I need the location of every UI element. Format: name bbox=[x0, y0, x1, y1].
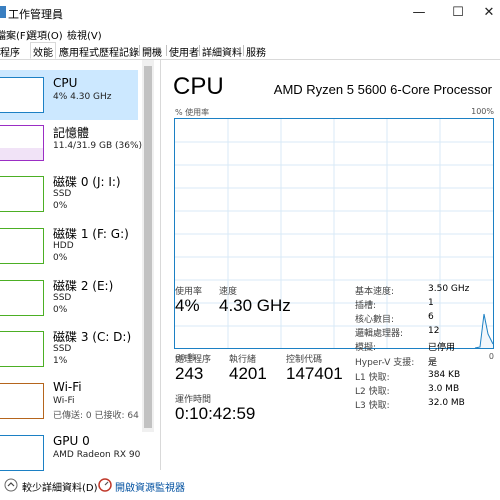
spec-label: 基本速度: bbox=[355, 287, 395, 297]
menu-view[interactable]: 檢視(V) bbox=[67, 27, 102, 42]
tab-bar: 處理程序 效能 應用程式歷程記錄 開機 使用者 詳細資料 服務 bbox=[0, 42, 500, 60]
spec-label: 插槽: bbox=[355, 301, 377, 311]
resource-type: SSD bbox=[53, 293, 72, 303]
resource-type: SSD bbox=[53, 344, 72, 354]
page-title: CPU bbox=[173, 73, 224, 100]
resource-name: GPU 0 bbox=[53, 434, 90, 448]
maximize-button[interactable]: ☐ bbox=[443, 4, 473, 22]
resource-name: 記憶體 bbox=[53, 126, 90, 140]
resource-item-cpu[interactable]: CPU 4% 4.30 GHz bbox=[0, 70, 138, 120]
spec-value: 1 bbox=[428, 298, 434, 308]
resource-usage: 0% bbox=[53, 253, 68, 263]
footer-bar: 較少詳細資料(D) 開啟資源監視器 bbox=[0, 472, 500, 500]
resource-type: SSD bbox=[53, 189, 72, 199]
task-manager-icon bbox=[0, 6, 6, 18]
gpu-thumbnail-graph bbox=[0, 435, 44, 471]
spec-label: L3 快取: bbox=[355, 401, 390, 411]
resource-name: 磁碟 1 (F: G:) bbox=[53, 227, 129, 241]
resource-detail: 4% 4.30 GHz bbox=[53, 92, 112, 102]
processes-value: 243 bbox=[175, 364, 204, 383]
close-button[interactable]: ✕ bbox=[474, 4, 500, 22]
disk-thumbnail-graph bbox=[0, 331, 44, 367]
tab-startup[interactable]: 開機 bbox=[140, 44, 164, 59]
memory-thumbnail-graph bbox=[0, 125, 44, 161]
tab-performance[interactable]: 效能 bbox=[30, 42, 56, 59]
spec-value: 已停用 bbox=[428, 343, 456, 353]
tab-details[interactable]: 詳細資料 bbox=[200, 44, 244, 59]
resource-item-gpu[interactable]: GPU 0 AMD Radeon RX 90 bbox=[0, 432, 141, 472]
menu-file[interactable]: 檔案(F) bbox=[0, 27, 30, 42]
resource-item-disk-0[interactable]: 磁碟 0 (J: I:) SSD 0% bbox=[0, 173, 138, 223]
graph-min-label: 0 bbox=[488, 352, 494, 361]
spec-label: Hyper-V 支援: bbox=[355, 358, 415, 368]
resource-type: HDD bbox=[53, 241, 74, 251]
resource-type: Wi-Fi bbox=[53, 396, 75, 406]
uptime-value: 0:10:42:59 bbox=[175, 404, 256, 423]
spec-label: L1 快取: bbox=[355, 373, 390, 383]
graph-y-label: % 使用率 bbox=[175, 108, 210, 117]
handles-value: 147401 bbox=[286, 364, 343, 383]
processor-name: AMD Ryzen 5 5600 6-Core Processor bbox=[273, 82, 492, 97]
tab-processes[interactable]: 處理程序 bbox=[0, 44, 22, 59]
resource-detail: 11.4/31.9 GB (36%) bbox=[53, 141, 143, 151]
graph-max-label: 100% bbox=[471, 107, 494, 116]
menu-options[interactable]: 選項(O) bbox=[27, 27, 63, 42]
spec-value: 6 bbox=[428, 312, 434, 322]
spec-value: 3.0 MB bbox=[428, 384, 460, 394]
resource-usage: 1% bbox=[53, 356, 68, 366]
spec-label: 模擬: bbox=[355, 343, 377, 353]
resource-name: Wi-Fi bbox=[53, 380, 82, 394]
resource-item-wifi[interactable]: Wi-Fi Wi-Fi 已傳送: 0 已接收: 64 bbox=[0, 380, 139, 430]
resource-detail: AMD Radeon RX 90 bbox=[53, 450, 141, 460]
resource-name: 磁碟 0 (J: I:) bbox=[53, 175, 121, 189]
network-thumbnail-graph bbox=[0, 383, 44, 419]
resource-monitor-icon bbox=[98, 478, 112, 492]
resource-name: 磁碟 3 (C: D:) bbox=[53, 330, 132, 344]
disk-thumbnail-graph bbox=[0, 228, 44, 264]
resource-usage: 0% bbox=[53, 305, 68, 315]
spec-value: 12 bbox=[428, 326, 440, 336]
resource-list: CPU 4% 4.30 GHz 記憶體 11.4/31.9 GB (36%) 磁… bbox=[0, 60, 153, 472]
resource-item-memory[interactable]: 記憶體 11.4/31.9 GB (36%) bbox=[0, 122, 142, 172]
spec-label: 邏輯處理器: bbox=[355, 329, 404, 339]
spec-label: L2 快取: bbox=[355, 387, 390, 397]
disk-thumbnail-graph bbox=[0, 280, 44, 316]
resource-item-disk-1[interactable]: 磁碟 1 (F: G:) HDD 0% bbox=[0, 225, 138, 275]
collapse-chevron-icon[interactable] bbox=[4, 478, 18, 492]
spec-value: 是 bbox=[428, 358, 438, 368]
tab-services[interactable]: 服務 bbox=[244, 44, 268, 59]
resource-name: 磁碟 2 (E:) bbox=[53, 279, 114, 293]
spec-value: 32.0 MB bbox=[428, 398, 465, 408]
resource-usage: 0% bbox=[53, 201, 68, 211]
resource-name: CPU bbox=[53, 76, 78, 90]
disk-thumbnail-graph bbox=[0, 176, 44, 212]
menu-bar: 檔案(F) 選項(O) 檢視(V) bbox=[0, 26, 500, 42]
fewer-details-link[interactable]: 較少詳細資料(D) bbox=[22, 479, 98, 494]
spec-label: 核心數目: bbox=[355, 315, 395, 325]
title-bar: 工作管理員 — ☐ ✕ bbox=[0, 0, 500, 26]
spec-value: 3.50 GHz bbox=[428, 284, 470, 294]
open-resource-monitor-link[interactable]: 開啟資源監視器 bbox=[115, 479, 185, 494]
resource-throughput: 已傳送: 0 已接收: 64 bbox=[53, 411, 139, 421]
utilization-value: 4% bbox=[175, 296, 200, 315]
spec-value: 384 KB bbox=[428, 370, 461, 380]
tab-app-history[interactable]: 應用程式歷程記錄 bbox=[57, 44, 141, 59]
tab-users[interactable]: 使用者 bbox=[167, 44, 201, 59]
resource-item-disk-2[interactable]: 磁碟 2 (E:) SSD 0% bbox=[0, 277, 138, 327]
threads-value: 4201 bbox=[229, 364, 267, 383]
speed-value: 4.30 GHz bbox=[219, 296, 291, 315]
minimize-button[interactable]: — bbox=[404, 4, 434, 22]
resource-item-disk-3[interactable]: 磁碟 3 (C: D:) SSD 1% bbox=[0, 328, 138, 378]
cpu-thumbnail-graph bbox=[0, 77, 44, 113]
scrollbar-thumb[interactable] bbox=[144, 66, 152, 428]
window-title: 工作管理員 bbox=[8, 8, 63, 21]
